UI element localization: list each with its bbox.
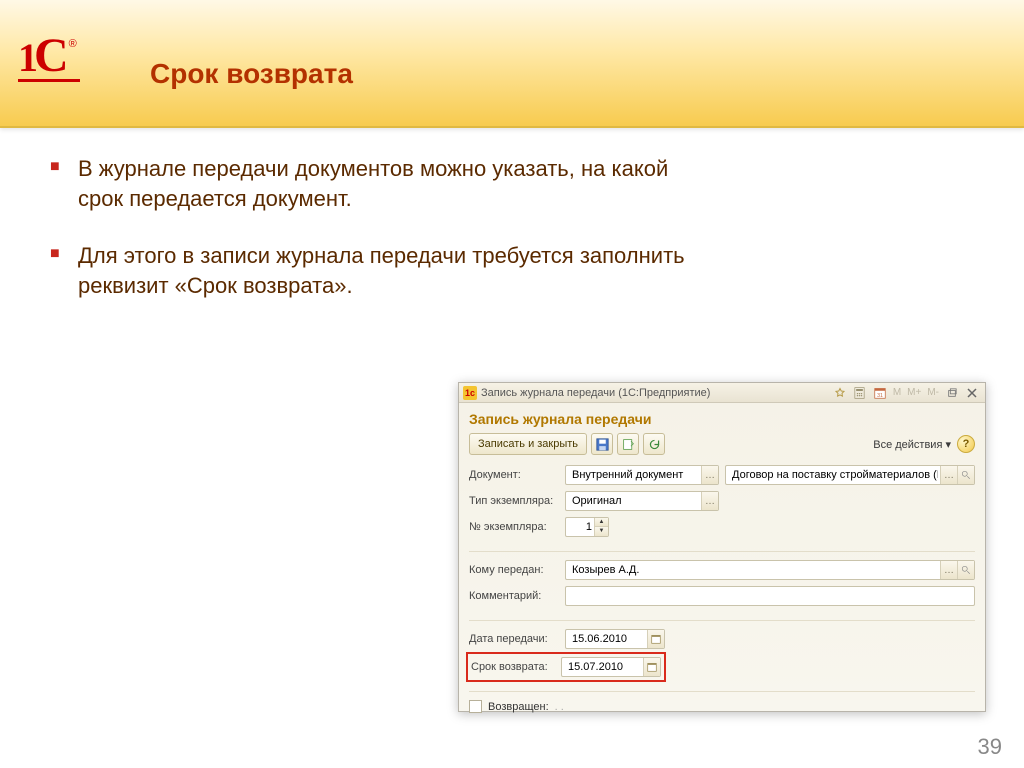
- row-return-date: Срок возврата:: [469, 655, 663, 679]
- row-copy-no: № экземпляра: ▲▼: [469, 517, 975, 537]
- copy-no-field[interactable]: ▲▼: [565, 517, 609, 537]
- bullet-item: В журнале передачи документов можно указ…: [50, 154, 690, 213]
- close-icon[interactable]: [963, 385, 981, 401]
- search-icon[interactable]: [957, 561, 974, 579]
- favorite-icon[interactable]: [831, 385, 849, 401]
- spinner-icon[interactable]: ▲▼: [594, 518, 608, 536]
- doc-name-input[interactable]: [730, 468, 940, 482]
- return-date-input[interactable]: [566, 660, 643, 674]
- window-titlebar[interactable]: 1c Запись журнала передачи (1С:Предприят…: [459, 383, 985, 403]
- slide-title: Срок возврата: [150, 58, 353, 90]
- window-restore-icon[interactable]: [943, 385, 961, 401]
- ellipsis-icon[interactable]: …: [701, 466, 718, 484]
- window-title: Запись журнала передачи (1С:Предприятие): [481, 387, 710, 399]
- ellipsis-icon[interactable]: …: [940, 466, 957, 484]
- doc-type-field[interactable]: …: [565, 465, 719, 485]
- row-comment: Комментарий:: [469, 586, 975, 606]
- logo-1c: 1С®: [18, 28, 88, 82]
- search-icon[interactable]: [957, 466, 974, 484]
- refresh-icon-button[interactable]: [643, 433, 665, 455]
- comment-field[interactable]: [565, 586, 975, 606]
- label-copy-type: Тип экземпляра:: [469, 495, 559, 507]
- doc-name-field[interactable]: …: [725, 465, 975, 485]
- row-returned: Возвращен: . .: [469, 691, 975, 713]
- comment-input[interactable]: [570, 589, 974, 603]
- save-icon-button[interactable]: [591, 433, 613, 455]
- label-copy-no: № экземпляра:: [469, 521, 559, 533]
- calendar-icon[interactable]: [643, 658, 660, 676]
- transfer-date-input[interactable]: [570, 632, 647, 646]
- app-logo-icon: 1c: [463, 386, 477, 400]
- label-document: Документ:: [469, 469, 559, 481]
- label-returned: Возвращен:: [488, 701, 549, 713]
- row-transfer-date: Дата передачи:: [469, 620, 975, 649]
- row-copy-type: Тип экземпляра: …: [469, 491, 975, 511]
- doc-type-input[interactable]: [570, 468, 701, 482]
- label-comment: Комментарий:: [469, 590, 559, 602]
- all-actions-link[interactable]: Все действия ▾: [873, 438, 951, 451]
- slide-header: 1С® Срок возврата: [0, 0, 1024, 128]
- label-return-date: Срок возврата:: [471, 661, 555, 673]
- save-close-button[interactable]: Записать и закрыть: [469, 433, 587, 455]
- ellipsis-icon[interactable]: …: [940, 561, 957, 579]
- row-document: Документ: … …: [469, 465, 975, 485]
- action-icon-button[interactable]: [617, 433, 639, 455]
- slide-body: В журнале передачи документов можно указ…: [0, 128, 1024, 301]
- app-window: 1c Запись журнала передачи (1С:Предприят…: [458, 382, 986, 712]
- label-transfer-date: Дата передачи:: [469, 633, 559, 645]
- bullet-list: В журнале передачи документов можно указ…: [50, 154, 690, 301]
- calculator-icon[interactable]: [851, 385, 869, 401]
- transfer-date-field[interactable]: [565, 629, 665, 649]
- help-icon[interactable]: ?: [957, 435, 975, 453]
- return-date-field[interactable]: [561, 657, 661, 677]
- given-to-input[interactable]: [570, 563, 940, 577]
- calendar-icon[interactable]: 31: [871, 385, 889, 401]
- svg-text:31: 31: [877, 392, 883, 398]
- window-heading: Запись журнала передачи: [469, 411, 975, 427]
- given-to-field[interactable]: …: [565, 560, 975, 580]
- row-given-to: Кому передан: …: [469, 551, 975, 580]
- ellipsis-icon[interactable]: …: [701, 492, 718, 510]
- bullet-item: Для этого в записи журнала передачи треб…: [50, 241, 690, 300]
- returned-checkbox[interactable]: [469, 700, 482, 713]
- page-number: 39: [978, 734, 1002, 760]
- toolbar: Записать и закрыть Все действия ▾ ?: [469, 433, 975, 455]
- mem-m-button[interactable]: M: [891, 387, 903, 398]
- label-given-to: Кому передан:: [469, 564, 559, 576]
- returned-date-value: . .: [555, 701, 564, 713]
- copy-type-input[interactable]: [570, 494, 701, 508]
- copy-no-input[interactable]: [570, 520, 594, 534]
- mem-mplus-button[interactable]: M+: [905, 387, 923, 398]
- mem-mminus-button[interactable]: M-: [925, 387, 941, 398]
- calendar-icon[interactable]: [647, 630, 664, 648]
- copy-type-field[interactable]: …: [565, 491, 719, 511]
